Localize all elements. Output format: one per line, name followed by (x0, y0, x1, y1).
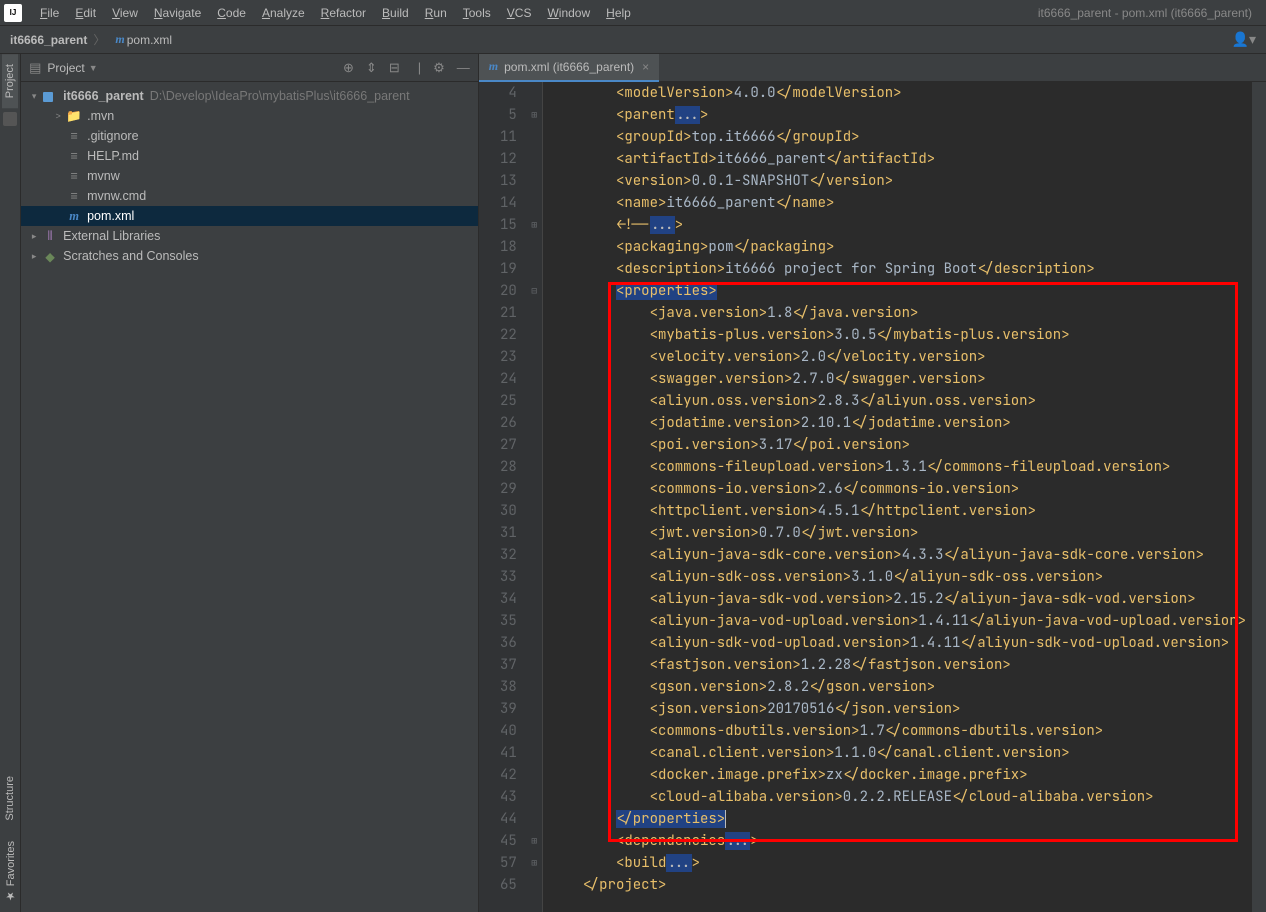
tool-window-structure[interactable]: Structure (2, 766, 18, 831)
menu-window[interactable]: Window (539, 3, 598, 23)
locate-icon[interactable]: ⊕ (343, 60, 354, 76)
editor-tab-bar: m pom.xml (it6666_parent) × (479, 54, 1266, 82)
breadcrumb: it6666_parent 〉 m pom.xml 👤▾ (0, 26, 1266, 54)
collapse-icon[interactable]: ⊟ (389, 60, 400, 76)
ide-logo-icon: IJ (4, 4, 22, 22)
project-tree[interactable]: ▾ it6666_parent D:\Develop\IdeaPro\mybat… (21, 82, 478, 270)
project-sidebar: ▤ Project ▼ ⊕ ⇕ ⊟ | ⚙ — ▾ it6666_parent … (21, 54, 479, 912)
tree-item--mvn[interactable]: >📁.mvn (21, 106, 478, 126)
left-tool-strip: Project Structure ★ Favorites (0, 54, 21, 912)
menu-code[interactable]: Code (209, 3, 254, 23)
hide-icon[interactable]: — (457, 60, 470, 76)
sidebar-header: ▤ Project ▼ ⊕ ⇕ ⊟ | ⚙ — (21, 54, 478, 82)
tree-item--gitignore[interactable]: ≡.gitignore (21, 126, 478, 146)
menu-build[interactable]: Build (374, 3, 417, 23)
expand-icon[interactable]: ⇕ (366, 60, 377, 76)
menu-vcs[interactable]: VCS (499, 3, 540, 23)
menu-analyze[interactable]: Analyze (254, 3, 313, 23)
tree-item-mvnw-cmd[interactable]: ≡mvnw.cmd (21, 186, 478, 206)
tree-item-HELP-md[interactable]: ≡HELP.md (21, 146, 478, 166)
tool-window-favorites[interactable]: ★ Favorites (2, 831, 19, 912)
sidebar-title[interactable]: Project (47, 61, 84, 75)
menu-refactor[interactable]: Refactor (313, 3, 374, 23)
breadcrumb-file[interactable]: pom.xml (127, 33, 172, 47)
project-icon: ▤ (29, 60, 41, 76)
menu-bar: IJ FileEditViewNavigateCodeAnalyzeRefact… (0, 0, 1266, 26)
close-icon[interactable]: × (642, 60, 649, 74)
tree-external-libraries[interactable]: ▸ ⫴ External Libraries (21, 226, 478, 246)
tool-window-icon[interactable] (3, 112, 17, 126)
tab-label: pom.xml (it6666_parent) (504, 60, 634, 74)
menu-run[interactable]: Run (417, 3, 455, 23)
chevron-down-icon[interactable]: ▼ (89, 63, 98, 73)
window-title: it6666_parent - pom.xml (it6666_parent) (1038, 6, 1262, 20)
menu-navigate[interactable]: Navigate (146, 3, 209, 23)
fold-gutter[interactable]: ⊞⊞⊟⊞⊞ (527, 82, 543, 912)
tree-root[interactable]: ▾ it6666_parent D:\Develop\IdeaPro\mybat… (21, 86, 478, 106)
maven-file-icon: m (489, 59, 498, 74)
menu-edit[interactable]: Edit (67, 3, 104, 23)
menu-view[interactable]: View (104, 3, 146, 23)
tree-item-mvnw[interactable]: ≡mvnw (21, 166, 478, 186)
breadcrumb-project[interactable]: it6666_parent (10, 33, 87, 47)
tool-window-project[interactable]: Project (2, 54, 18, 108)
user-icon[interactable]: 👤▾ (1232, 31, 1256, 48)
tree-item-pom-xml[interactable]: mpom.xml (21, 206, 478, 226)
editor-area: m pom.xml (it6666_parent) × 451112131415… (479, 54, 1266, 912)
editor-tab[interactable]: m pom.xml (it6666_parent) × (479, 54, 659, 82)
chevron-right-icon: 〉 (93, 31, 105, 48)
tree-scratches[interactable]: ▸ ◆ Scratches and Consoles (21, 246, 478, 266)
code-editor[interactable]: 4511121314151819202122232425262728293031… (479, 82, 1266, 912)
settings-icon[interactable]: ⚙ (433, 60, 445, 76)
scrollbar[interactable] (1252, 82, 1266, 912)
menu-file[interactable]: File (32, 3, 67, 23)
maven-file-icon: m (115, 32, 124, 47)
line-number-gutter: 4511121314151819202122232425262728293031… (479, 82, 527, 912)
menu-help[interactable]: Help (598, 3, 639, 23)
menu-tools[interactable]: Tools (455, 3, 499, 23)
code-content[interactable]: <modelVersion>4.0.0</modelVersion> <pare… (543, 82, 1252, 912)
